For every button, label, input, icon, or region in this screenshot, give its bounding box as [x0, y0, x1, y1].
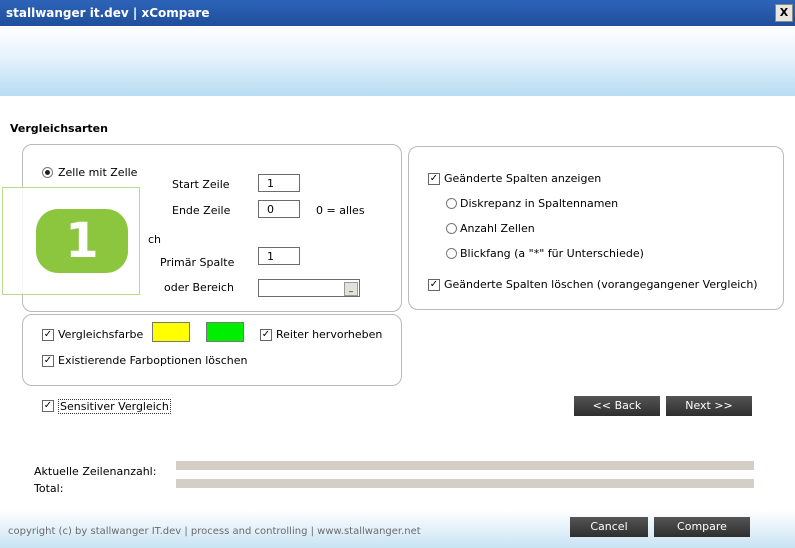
step-number: 1: [36, 209, 128, 273]
sensitive-compare-label: Sensitiver Vergleich: [58, 399, 171, 414]
end-row-input[interactable]: 0: [258, 200, 300, 218]
delete-changed-columns-label: Geänderte Spalten löschen (vorangegangen…: [444, 278, 758, 291]
dropdown-arrow-icon[interactable]: _: [344, 282, 358, 296]
title-bar: stallwanger it.dev | xCompare X: [0, 0, 795, 26]
total-bar: [176, 479, 754, 488]
current-rows-bar: [176, 461, 754, 470]
highlight-tab-checkbox[interactable]: ✓: [260, 329, 272, 341]
radio-eyecatcher[interactable]: [446, 248, 457, 259]
header-banner: [0, 26, 795, 96]
show-changed-columns-label: Geänderte Spalten anzeigen: [444, 172, 602, 185]
start-row-label: Start Zeile: [172, 178, 230, 191]
compare-color-checkbox[interactable]: ✓: [42, 329, 54, 341]
primary-column-input[interactable]: 1: [258, 247, 300, 265]
radio-cell-count-label: Anzahl Zellen: [460, 222, 535, 235]
radio-cell-to-cell-label: Zelle mit Zelle: [58, 166, 138, 179]
color-swatch-green[interactable]: [206, 322, 244, 342]
sensitive-compare-checkbox[interactable]: ✓: [42, 400, 54, 412]
radio-cell-count[interactable]: [446, 223, 457, 234]
primary-column-label: Primär Spalte: [160, 256, 235, 269]
cancel-button[interactable]: Cancel: [570, 517, 648, 537]
window-title: stallwanger it.dev | xCompare: [6, 6, 210, 20]
range-select[interactable]: _: [258, 279, 360, 297]
highlight-tab-label: Reiter hervorheben: [276, 328, 383, 341]
radio-range-label: ch: [148, 233, 162, 246]
color-swatch-yellow[interactable]: [152, 322, 190, 342]
radio-eyecatcher-label: Blickfang (a "*" für Unterschiede): [460, 247, 644, 260]
range-label: oder Bereich: [164, 281, 234, 294]
close-icon: X: [779, 6, 789, 19]
total-label: Total:: [34, 482, 64, 495]
delete-color-options-label: Existierende Farboptionen löschen: [58, 354, 248, 367]
radio-cell-to-cell[interactable]: [42, 167, 53, 178]
radio-discrepancy-label: Diskrepanz in Spaltennamen: [460, 197, 619, 210]
show-changed-columns-checkbox[interactable]: ✓: [428, 173, 440, 185]
compare-color-label: Vergleichsfarbe: [58, 328, 144, 341]
current-rows-label: Aktuelle Zeilenanzahl:: [34, 465, 157, 478]
copyright-text: copyright (c) by stallwanger IT.dev | pr…: [8, 526, 421, 537]
back-button[interactable]: << Back: [574, 396, 660, 416]
next-button[interactable]: Next >>: [666, 396, 752, 416]
end-row-label: Ende Zeile: [172, 204, 231, 217]
section-title: Vergleichsarten: [10, 122, 108, 135]
end-row-hint: 0 = alles: [316, 204, 365, 217]
delete-changed-columns-checkbox[interactable]: ✓: [428, 279, 440, 291]
step-badge: 1: [2, 187, 140, 295]
compare-button[interactable]: Compare: [654, 517, 750, 537]
close-button[interactable]: X: [775, 4, 793, 22]
radio-discrepancy[interactable]: [446, 198, 457, 209]
delete-color-options-checkbox[interactable]: ✓: [42, 355, 54, 367]
start-row-input[interactable]: 1: [258, 174, 300, 192]
